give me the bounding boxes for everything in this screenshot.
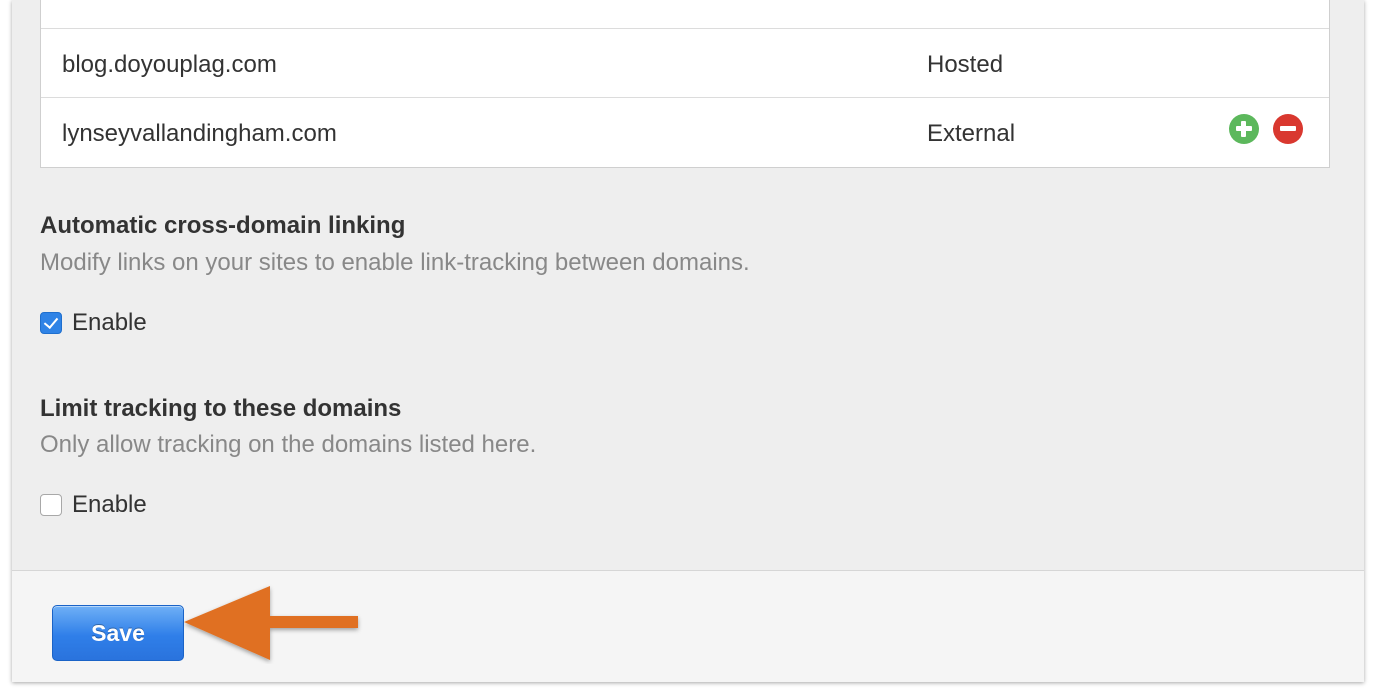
settings-panel: blog.doyouplag.com Hosted lynseyvallandi…	[12, 0, 1364, 571]
table-row: lynseyvallandingham.com External	[41, 97, 1329, 166]
limit-tracking-enable-checkbox[interactable]	[40, 494, 62, 516]
checkmark-icon	[43, 313, 59, 330]
add-domain-icon[interactable]	[1229, 114, 1259, 144]
annotation-arrow-icon	[184, 586, 358, 660]
cross-domain-enable-checkbox[interactable]	[40, 312, 62, 334]
domain-type: External	[927, 120, 1016, 147]
cross-domain-title: Automatic cross-domain linking	[40, 212, 406, 239]
limit-tracking-title: Limit tracking to these domains	[40, 395, 402, 422]
cross-domain-description: Modify links on your sites to enable lin…	[40, 249, 750, 276]
save-button[interactable]: Save	[52, 605, 184, 661]
domain-name: blog.doyouplag.com	[62, 51, 277, 78]
settings-frame: blog.doyouplag.com Hosted lynseyvallandi…	[12, 0, 1364, 682]
cross-domain-enable-label[interactable]: Enable	[72, 309, 147, 337]
domain-type: Hosted	[927, 51, 1004, 78]
domain-table: blog.doyouplag.com Hosted lynseyvallandi…	[40, 0, 1330, 168]
domain-name: lynseyvallandingham.com	[62, 120, 337, 147]
limit-tracking-description: Only allow tracking on the domains liste…	[40, 431, 537, 458]
limit-tracking-enable-label[interactable]: Enable	[72, 491, 147, 519]
table-row: blog.doyouplag.com Hosted	[41, 28, 1329, 97]
remove-domain-icon[interactable]	[1273, 114, 1303, 144]
